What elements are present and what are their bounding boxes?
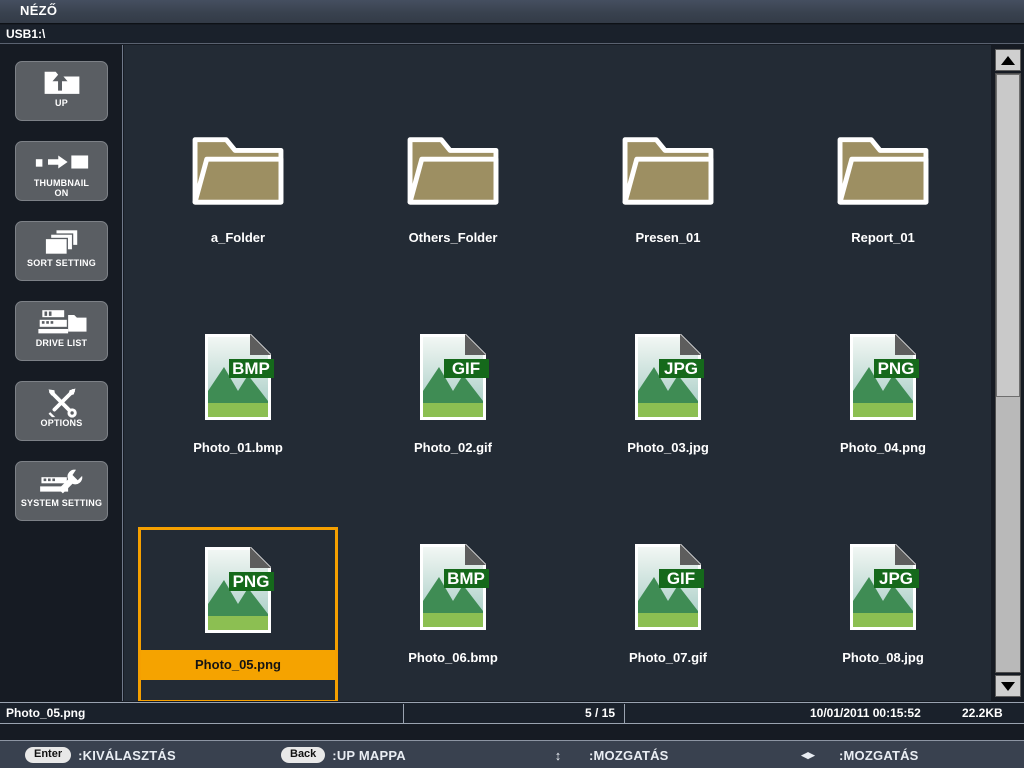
file-item[interactable]: BMP Photo_01.bmp bbox=[138, 317, 338, 493]
file-item[interactable]: GIF Photo_02.gif bbox=[353, 317, 553, 493]
sidebar-item-up[interactable]: UP bbox=[15, 61, 108, 121]
triangle-up-icon bbox=[1001, 55, 1015, 65]
file-item-label: Others_Folder bbox=[408, 230, 498, 245]
file-item-label: Photo_07.gif bbox=[628, 650, 707, 665]
status-datetime: 10/01/2011 00:15:52 bbox=[810, 706, 921, 720]
help-back[interactable]: Back :UP MAPPA bbox=[281, 745, 406, 765]
status-filesize: 22.2KB bbox=[962, 706, 1003, 720]
path-bar: USB1:\ bbox=[0, 25, 1024, 44]
file-badge-text: BMP bbox=[232, 359, 270, 378]
file-item-selected[interactable]: PNG Photo_05.png bbox=[138, 527, 338, 701]
thumbnail-toggle-icon bbox=[34, 147, 90, 177]
file-item-label: Photo_02.gif bbox=[413, 440, 492, 455]
thumbnail-label-line2: ON bbox=[54, 188, 69, 198]
image-file-icon: GIF bbox=[353, 317, 553, 437]
image-file-icon: PNG bbox=[141, 530, 335, 650]
sidebar-item-label: DRIVE LIST bbox=[35, 338, 88, 348]
folder-icon bbox=[783, 107, 983, 227]
file-badge-text: BMP bbox=[447, 569, 485, 588]
breadcrumb: USB1:\ bbox=[6, 27, 46, 41]
sidebar-item-drive-list[interactable]: DRIVE LIST bbox=[15, 301, 108, 361]
status-divider bbox=[624, 704, 625, 723]
folder-icon bbox=[138, 107, 338, 227]
file-item-label: Photo_03.jpg bbox=[627, 440, 709, 455]
scrollbar-track[interactable] bbox=[995, 73, 1021, 673]
scroll-up-button[interactable] bbox=[995, 49, 1021, 71]
file-badge-text: JPG bbox=[664, 359, 698, 378]
file-item-label: Photo_08.jpg bbox=[842, 650, 924, 665]
file-item[interactable]: a_Folder bbox=[138, 107, 338, 283]
image-file-icon: JPG bbox=[568, 317, 768, 437]
sidebar-item-label: THUMBNAIL ON bbox=[34, 178, 89, 198]
scrollbar-thumb[interactable] bbox=[996, 74, 1020, 397]
file-badge-text: JPG bbox=[879, 569, 913, 588]
sidebar: UP THUMBNAIL ON SORT SETTING DRIVE LIST … bbox=[0, 45, 123, 701]
help-bar: Enter :KIVÁLASZTÁS Back :UP MAPPA ↕ :MOZ… bbox=[0, 740, 1024, 768]
help-enter-label: :KIVÁLASZTÁS bbox=[78, 747, 176, 763]
viewer-window: NÉZŐ USB1:\ UP THUMBNAIL ON SORT SETTING… bbox=[0, 0, 1024, 768]
file-item[interactable]: JPG Photo_08.jpg bbox=[783, 527, 983, 701]
page-title: NÉZŐ bbox=[20, 3, 58, 18]
status-bar: Photo_05.png 5 / 15 10/01/2011 00:15:52 … bbox=[0, 702, 1024, 724]
help-vertical-move-label: :MOZGATÁS bbox=[589, 747, 669, 763]
file-grid-panel: a_Folder Others_Folder Presen_01 Report_… bbox=[124, 45, 991, 701]
file-badge-text: PNG bbox=[233, 572, 270, 591]
file-item[interactable]: GIF Photo_07.gif bbox=[568, 527, 768, 701]
image-file-icon: JPG bbox=[783, 527, 983, 647]
image-file-icon: BMP bbox=[353, 527, 553, 647]
file-item[interactable]: Presen_01 bbox=[568, 107, 768, 283]
file-item-label: a_Folder bbox=[210, 230, 266, 245]
file-item-label: Photo_04.png bbox=[840, 440, 926, 455]
file-item-label: Photo_06.bmp bbox=[408, 650, 498, 665]
file-item-label: Photo_01.bmp bbox=[193, 440, 283, 455]
file-grid: a_Folder Others_Folder Presen_01 Report_… bbox=[124, 45, 991, 701]
file-item[interactable]: PNG Photo_04.png bbox=[783, 317, 983, 493]
file-badge-text: GIF bbox=[667, 569, 695, 588]
back-key-badge: Back bbox=[281, 747, 326, 763]
sidebar-item-options[interactable]: OPTIONS bbox=[15, 381, 108, 441]
sidebar-item-system-setting[interactable]: SYSTEM SETTING bbox=[15, 461, 108, 521]
file-item[interactable]: Report_01 bbox=[783, 107, 983, 283]
scroll-down-button[interactable] bbox=[995, 675, 1021, 697]
help-vertical-move[interactable]: ↕ :MOZGATÁS bbox=[550, 745, 669, 765]
folder-icon bbox=[568, 107, 768, 227]
up-down-arrow-icon: ↕ bbox=[554, 747, 562, 763]
image-file-icon: GIF bbox=[568, 527, 768, 647]
help-horizontal-move[interactable]: ◂▸ :MOZGATÁS bbox=[800, 745, 919, 765]
sidebar-item-sort-setting[interactable]: SORT SETTING bbox=[15, 221, 108, 281]
file-item-label: Photo_05.png bbox=[141, 650, 335, 680]
sidebar-item-thumbnail[interactable]: THUMBNAIL ON bbox=[15, 141, 108, 201]
file-badge-text: GIF bbox=[452, 359, 480, 378]
file-item[interactable]: BMP Photo_06.bmp bbox=[353, 527, 553, 701]
file-item-label: Report_01 bbox=[851, 230, 915, 245]
thumbnail-label-line1: THUMBNAIL bbox=[33, 178, 90, 188]
drive-list-icon bbox=[34, 307, 90, 337]
folder-icon bbox=[353, 107, 553, 227]
stacked-pages-icon bbox=[34, 227, 90, 257]
status-selected-file: Photo_05.png bbox=[6, 706, 86, 720]
sidebar-item-label: UP bbox=[55, 98, 68, 108]
system-wrench-icon bbox=[34, 467, 90, 497]
help-horizontal-move-label: :MOZGATÁS bbox=[839, 747, 919, 763]
left-right-arrow-icon: ◂▸ bbox=[801, 747, 815, 762]
enter-key-badge: Enter bbox=[25, 747, 72, 763]
triangle-down-icon bbox=[1001, 681, 1015, 691]
sidebar-item-label: SYSTEM SETTING bbox=[20, 498, 103, 508]
vertical-scrollbar[interactable] bbox=[992, 45, 1024, 701]
sidebar-item-label: OPTIONS bbox=[40, 418, 83, 428]
title-bar: NÉZŐ bbox=[0, 0, 1024, 24]
status-counter: 5 / 15 bbox=[584, 706, 615, 720]
image-file-icon: PNG bbox=[783, 317, 983, 437]
tools-icon bbox=[34, 387, 90, 418]
help-enter[interactable]: Enter :KIVÁLASZTÁS bbox=[25, 745, 176, 765]
file-item[interactable]: JPG Photo_03.jpg bbox=[568, 317, 768, 493]
image-file-icon: BMP bbox=[138, 317, 338, 437]
file-item-label: Presen_01 bbox=[635, 230, 701, 245]
sidebar-item-label: SORT SETTING bbox=[27, 258, 96, 268]
help-back-label: :UP MAPPA bbox=[332, 747, 406, 763]
file-item[interactable]: Others_Folder bbox=[353, 107, 553, 283]
file-badge-text: PNG bbox=[878, 359, 915, 378]
folder-up-icon bbox=[34, 67, 90, 97]
